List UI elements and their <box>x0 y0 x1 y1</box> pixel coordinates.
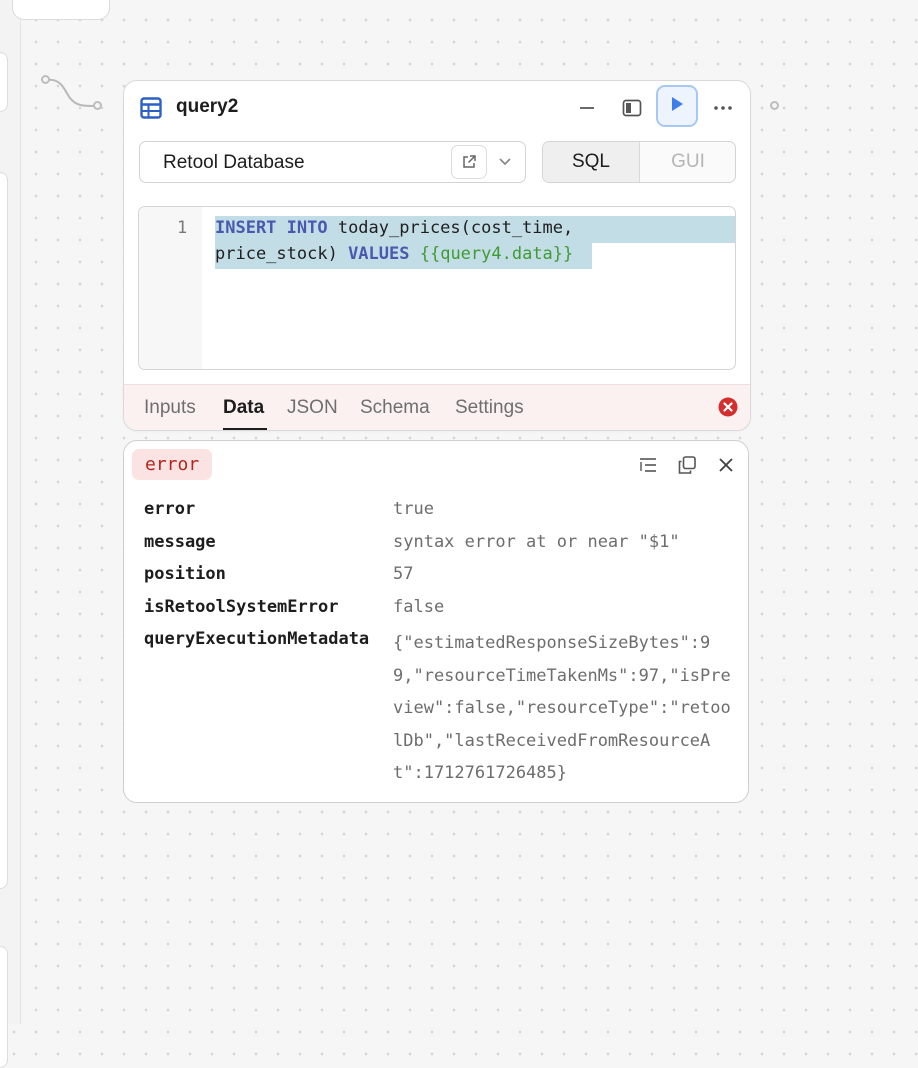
result-panel: error error true message syntax error at… <box>123 440 749 803</box>
code-text: price_stock) <box>215 244 349 264</box>
result-key: position <box>144 564 226 584</box>
result-value: {"estimatedResponseSizeBytes":99,"resour… <box>393 633 731 784</box>
line-number: 1 <box>177 218 188 238</box>
result-key: message <box>144 532 216 552</box>
resource-select[interactable]: Retool Database <box>139 141 526 183</box>
minimize-icon[interactable] <box>572 93 602 123</box>
toolbar-pill[interactable] <box>12 0 110 20</box>
input-port[interactable] <box>41 75 50 84</box>
sql-keyword: INSERT INTO <box>215 218 328 238</box>
tab-data[interactable]: Data <box>223 397 264 419</box>
result-key: queryExecutionMetadata <box>144 629 370 649</box>
code-line-1[interactable]: INSERT INTO today_prices(cost_time, <box>215 218 573 238</box>
tab-schema[interactable]: Schema <box>360 397 430 419</box>
left-panel-card <box>0 52 8 112</box>
sql-keyword: VALUES <box>348 244 410 264</box>
sidebar-panel-icon[interactable] <box>617 93 647 123</box>
resource-name: Retool Database <box>163 152 305 173</box>
query-name[interactable]: query2 <box>176 96 238 118</box>
status-badge: error <box>132 449 213 480</box>
tab-inputs[interactable]: Inputs <box>144 397 196 419</box>
result-value: syntax error at or near "$1" <box>393 532 680 552</box>
sql-mode-button[interactable]: SQL <box>543 142 640 182</box>
copy-icon[interactable] <box>675 453 699 477</box>
left-panel-card <box>0 946 8 1068</box>
result-value: false <box>393 597 445 617</box>
run-icon <box>670 96 684 117</box>
sql-editor[interactable]: 1 INSERT INTO today_prices(cost_time, pr… <box>138 206 736 370</box>
query-mode-toggle: SQL GUI <box>542 141 736 183</box>
more-icon[interactable] <box>708 93 738 123</box>
code-line-2[interactable]: price_stock) VALUES {{query4.data}} <box>215 244 573 264</box>
result-tabs: Inputs Data JSON Schema Settings <box>124 384 750 430</box>
left-panel-card <box>0 172 8 889</box>
editor-gutter <box>139 207 202 369</box>
external-link-icon[interactable] <box>451 145 487 179</box>
template-expression: {{query4.data}} <box>419 244 574 264</box>
list-format-icon[interactable] <box>636 453 660 477</box>
result-key: error <box>144 499 196 519</box>
active-tab-indicator <box>223 428 267 430</box>
run-button[interactable] <box>656 85 698 127</box>
tab-settings[interactable]: Settings <box>455 397 524 419</box>
chevron-down-icon[interactable] <box>498 154 512 173</box>
code-text: today_prices(cost_time, <box>327 218 574 238</box>
tab-json[interactable]: JSON <box>287 397 338 419</box>
gui-mode-button[interactable]: GUI <box>640 142 735 182</box>
error-circle-icon[interactable] <box>718 397 738 422</box>
query-input-port[interactable] <box>93 101 102 110</box>
result-key: isRetoolSystemError <box>144 597 339 617</box>
query-output-port[interactable] <box>770 101 779 110</box>
query-block[interactable]: query2 Retool Database SQL GUI 1 INSERT … <box>123 80 751 431</box>
result-value: 57 <box>393 564 414 584</box>
close-icon[interactable] <box>714 453 738 477</box>
table-icon <box>140 97 162 124</box>
result-value: true <box>393 499 434 519</box>
